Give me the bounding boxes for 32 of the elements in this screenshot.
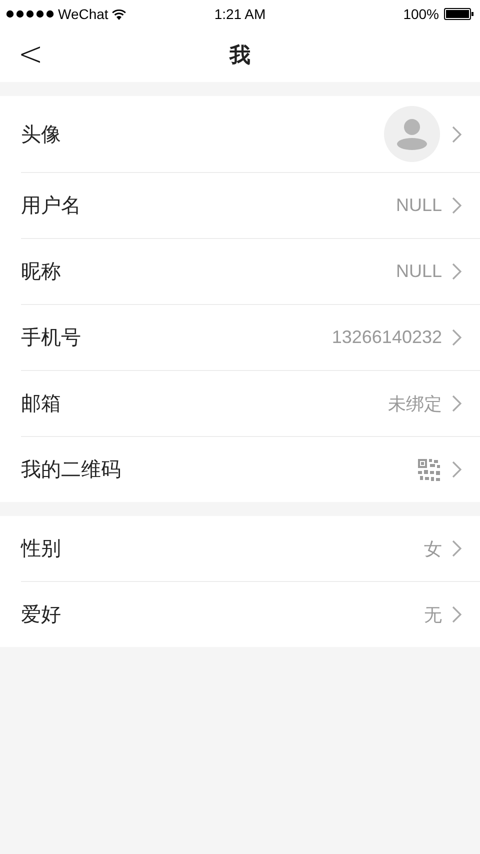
chevron-right-icon <box>452 329 462 346</box>
row-value: 女 <box>424 538 442 560</box>
signal-icon <box>6 10 54 18</box>
clock-time: 1:21 AM <box>214 6 266 22</box>
row-label: 头像 <box>21 122 62 148</box>
battery-percent: 100% <box>403 6 439 22</box>
row-value: 13266140232 <box>332 327 442 348</box>
chevron-right-icon <box>452 540 462 557</box>
battery-icon <box>444 8 474 20</box>
row-value: 未绑定 <box>388 392 442 416</box>
chevron-right-icon <box>452 395 462 412</box>
qr-code-icon <box>418 458 440 480</box>
back-button[interactable]: < <box>14 38 48 72</box>
row-label: 用户名 <box>21 194 82 219</box>
chevron-right-icon <box>452 606 462 623</box>
row-label: 性别 <box>21 537 62 562</box>
row-label: 爱好 <box>21 603 62 628</box>
chevron-right-icon <box>452 461 462 478</box>
avatar-icon <box>384 106 440 162</box>
row-label: 我的二维码 <box>21 458 122 483</box>
chevron-right-icon <box>452 197 462 214</box>
wifi-icon <box>112 8 126 20</box>
row-value: NULL <box>396 261 442 282</box>
row-label: 昵称 <box>21 260 62 285</box>
row-label: 邮箱 <box>21 392 62 417</box>
row-label: 手机号 <box>21 326 82 351</box>
chevron-right-icon <box>452 126 462 142</box>
carrier-name: WeChat <box>58 6 108 22</box>
chevron-right-icon <box>452 263 462 280</box>
row-value: NULL <box>396 195 442 216</box>
page-title: 我 <box>230 44 250 67</box>
row-value: 无 <box>424 604 442 626</box>
